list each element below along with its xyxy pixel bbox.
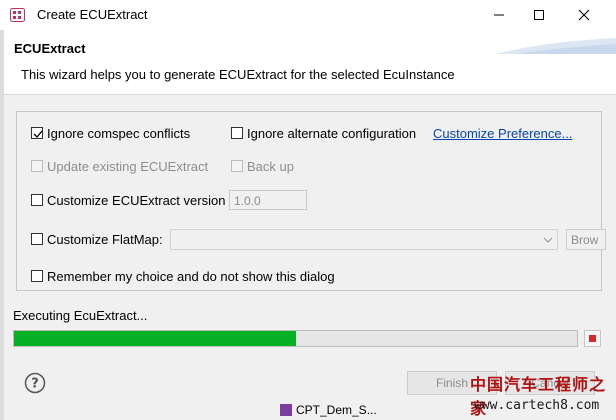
background-tree-item-label: CPT_Dem_S... bbox=[296, 403, 377, 417]
progress-bar-fill bbox=[14, 331, 296, 346]
help-button[interactable]: ? bbox=[24, 372, 46, 394]
checkbox-unchecked[interactable] bbox=[231, 127, 243, 139]
customize-flatmap-checkbox[interactable]: Customize FlatMap: bbox=[31, 230, 163, 248]
ignore-alternate-checkbox[interactable]: Ignore alternate configuration bbox=[231, 124, 416, 142]
customize-version-checkbox[interactable]: Customize ECUExtract version bbox=[31, 191, 225, 209]
wizard-title: ECUExtract bbox=[14, 41, 86, 56]
update-existing-label: Update existing ECUExtract bbox=[47, 158, 209, 174]
close-icon bbox=[578, 9, 590, 21]
remember-choice-checkbox[interactable]: Remember my choice and do not show this … bbox=[31, 267, 335, 285]
banner-graphic bbox=[496, 34, 616, 54]
maximize-button[interactable] bbox=[516, 0, 562, 30]
ignore-alternate-label: Ignore alternate configuration bbox=[247, 125, 417, 141]
help-icon: ? bbox=[24, 372, 46, 394]
app-icon bbox=[10, 8, 25, 22]
window-title: Create ECUExtract bbox=[37, 7, 148, 22]
background-tree-item: CPT_Dem_S... bbox=[280, 403, 377, 417]
maximize-icon bbox=[534, 10, 544, 20]
stop-button[interactable] bbox=[584, 330, 601, 347]
component-icon bbox=[280, 404, 292, 416]
browse-button[interactable]: Brow bbox=[566, 229, 606, 250]
back-up-checkbox[interactable]: Back up bbox=[231, 157, 294, 175]
wizard-description: This wizard helps you to generate ECUExt… bbox=[21, 67, 455, 82]
progress-status-text: Executing EcuExtract... bbox=[13, 308, 148, 323]
close-button[interactable] bbox=[561, 0, 607, 30]
customize-preference-link-text[interactable]: Customize Preference... bbox=[433, 126, 572, 141]
remember-choice-label: Remember my choice and do not show this … bbox=[47, 268, 335, 284]
chevron-down-icon bbox=[543, 237, 553, 243]
stop-icon bbox=[589, 335, 596, 342]
ignore-comspec-label: Ignore comspec conflicts bbox=[47, 125, 191, 141]
watermark-url: www.cartech8.com bbox=[474, 398, 600, 413]
flatmap-combo[interactable] bbox=[170, 229, 558, 250]
ignore-comspec-checkbox[interactable]: Ignore comspec conflicts bbox=[31, 124, 190, 142]
checkbox-unchecked[interactable] bbox=[31, 270, 43, 282]
svg-text:?: ? bbox=[31, 377, 39, 392]
checkbox-unchecked[interactable] bbox=[31, 194, 43, 206]
version-input[interactable]: 1.0.0 bbox=[229, 190, 307, 210]
customize-version-label: Customize ECUExtract version bbox=[47, 192, 226, 208]
check-icon bbox=[33, 130, 43, 138]
checkbox-disabled[interactable] bbox=[31, 160, 43, 172]
update-existing-checkbox[interactable]: Update existing ECUExtract bbox=[31, 157, 208, 175]
checkbox-unchecked[interactable] bbox=[31, 233, 43, 245]
progress-bar bbox=[13, 330, 578, 347]
checkbox-checked[interactable] bbox=[31, 127, 43, 139]
checkbox-disabled[interactable] bbox=[231, 160, 243, 172]
back-up-label: Back up bbox=[247, 158, 294, 174]
customize-preference-link[interactable]: Customize Preference... bbox=[433, 126, 572, 141]
minimize-icon bbox=[494, 14, 504, 16]
customize-flatmap-label: Customize FlatMap: bbox=[47, 231, 163, 247]
